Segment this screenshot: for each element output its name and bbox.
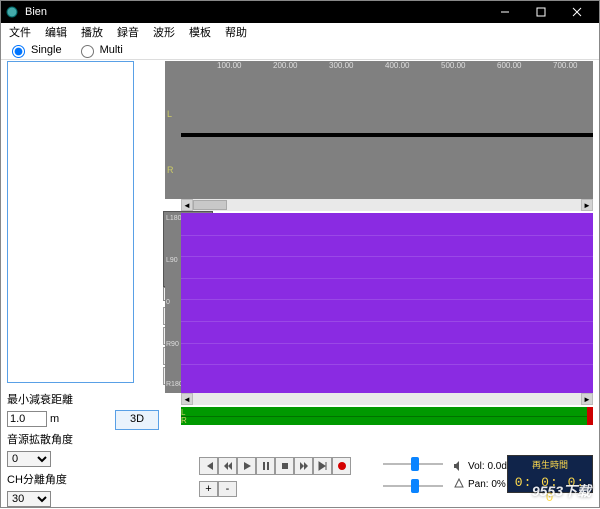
pan-tick: 0: [166, 299, 170, 306]
speaker-icon: [453, 460, 465, 472]
diffusion-select[interactable]: 0: [7, 451, 51, 467]
lower-waveform-panel: L180 L90 0 R90 R180: [165, 213, 593, 393]
mode-multi-radio[interactable]: [81, 45, 94, 58]
lower-pan-strip: L180 L90 0 R90 R180: [165, 213, 181, 393]
pan-icon: [453, 478, 465, 490]
maximize-button[interactable]: [523, 1, 559, 23]
ch-sep-select[interactable]: 30: [7, 491, 51, 507]
channel-divider: [181, 133, 593, 137]
min-decay-label: 最小減衰距離: [7, 391, 82, 407]
forward-button[interactable]: [294, 457, 313, 475]
ruler-tick: 300.00: [329, 61, 353, 70]
ruler-tick: 500.00: [441, 61, 465, 70]
pause-button[interactable]: [256, 457, 275, 475]
menu-bar: 文件 编辑 播放 録音 波形 模板 帮助: [1, 23, 599, 41]
upper-tracks[interactable]: [181, 71, 593, 199]
upper-l-label: L: [167, 109, 172, 119]
menu-play[interactable]: 播放: [81, 24, 103, 40]
ruler-tick: 200.00: [273, 61, 297, 70]
scroll-left-icon[interactable]: ◄: [181, 393, 193, 405]
meter-r-label: R: [181, 416, 187, 425]
title-bar: Bien: [1, 1, 599, 23]
lower-scrollbar[interactable]: ◄ ►: [181, 393, 593, 405]
window-controls: [487, 1, 595, 23]
zoom-out-button[interactable]: -: [218, 481, 237, 497]
pan-tick: L180: [166, 215, 182, 222]
transport-buttons: [199, 457, 351, 475]
play-button[interactable]: [237, 457, 256, 475]
pan-slider[interactable]: [383, 477, 443, 495]
pan-tick: R90: [166, 341, 179, 348]
transport-bar: + - Vol: 0.0dB 0 Pan: 0% 0: [165, 451, 593, 501]
ruler-tick: 400.00: [385, 61, 409, 70]
waveform-area: L R 100.00 200.00 300.00 400.00 500.00 6…: [165, 61, 593, 447]
mode-single[interactable]: Single: [7, 42, 62, 58]
upper-waveform-panel: L R 100.00 200.00 300.00 400.00 500.00 6…: [165, 61, 593, 199]
mode-multi-label: Multi: [100, 44, 123, 56]
ruler-tick: 600.00: [497, 61, 521, 70]
timecode-display: 再生時間 0: 0: 0: 0: [507, 455, 593, 493]
pan-tick: L90: [166, 257, 178, 264]
parameters-block: 最小減衰距離 m 音源拡散角度 0 CH分離角度 30: [7, 389, 157, 509]
zoom-buttons: + -: [199, 481, 237, 497]
ch-sep-label: CH分離角度: [7, 471, 82, 487]
ruler-tick: 700.00: [553, 61, 577, 70]
mode-row: Single Multi: [1, 41, 599, 60]
volume-slider[interactable]: [383, 455, 443, 473]
min-decay-unit: m: [50, 413, 59, 425]
timecode-label: 再生時間: [508, 458, 592, 471]
source-listbox[interactable]: [7, 61, 134, 383]
min-decay-input[interactable]: [7, 411, 47, 427]
stop-button[interactable]: [275, 457, 294, 475]
ruler-tick: 100.00: [217, 61, 241, 70]
meter-divider: [181, 416, 593, 417]
menu-help[interactable]: 帮助: [225, 24, 247, 40]
zoom-in-button[interactable]: +: [199, 481, 218, 497]
close-button[interactable]: [559, 1, 595, 23]
scroll-thumb[interactable]: [193, 200, 227, 210]
scroll-right-icon[interactable]: ►: [581, 393, 593, 405]
upper-channel-strip: L R: [165, 61, 181, 199]
app-icon: [5, 5, 19, 19]
3d-button[interactable]: 3D: [115, 410, 159, 430]
grid-lines: [181, 213, 593, 393]
scroll-right-icon[interactable]: ►: [581, 199, 593, 211]
sliders: [383, 455, 443, 499]
menu-waveform[interactable]: 波形: [153, 24, 175, 40]
upper-scrollbar[interactable]: ◄ ►: [181, 199, 593, 211]
lower-waveform[interactable]: [181, 213, 593, 393]
rewind-button[interactable]: [218, 457, 237, 475]
meter-peak: [587, 407, 593, 425]
scroll-left-icon[interactable]: ◄: [181, 199, 193, 211]
window-title: Bien: [25, 6, 487, 18]
main-area: 最小減衰距離 m 音源拡散角度 0 CH分離角度 30: [1, 61, 599, 507]
app-window: Bien 文件 编辑 播放 録音 波形 模板 帮助 Single Multi 最…: [0, 0, 600, 508]
menu-template[interactable]: 模板: [189, 24, 211, 40]
menu-edit[interactable]: 编辑: [45, 24, 67, 40]
mode-multi[interactable]: Multi: [76, 42, 123, 58]
time-ruler[interactable]: 100.00 200.00 300.00 400.00 500.00 600.0…: [181, 61, 593, 71]
go-start-button[interactable]: [199, 457, 218, 475]
upper-r-label: R: [167, 165, 174, 175]
sidebar: 最小減衰距離 m 音源拡散角度 0 CH分離角度 30: [7, 61, 157, 497]
go-end-button[interactable]: [313, 457, 332, 475]
level-meter: L R: [181, 407, 593, 425]
pan-readout: Pan: 0%: [468, 479, 506, 490]
menu-record[interactable]: 録音: [117, 24, 139, 40]
record-button[interactable]: [332, 457, 351, 475]
upper-waveform[interactable]: 100.00 200.00 300.00 400.00 500.00 600.0…: [181, 61, 593, 199]
diffusion-label: 音源拡散角度: [7, 431, 82, 447]
mode-single-label: Single: [31, 44, 62, 56]
menu-file[interactable]: 文件: [9, 24, 31, 40]
minimize-button[interactable]: [487, 1, 523, 23]
mode-single-radio[interactable]: [12, 45, 25, 58]
timecode-value: 0: 0: 0: 0: [508, 475, 592, 505]
